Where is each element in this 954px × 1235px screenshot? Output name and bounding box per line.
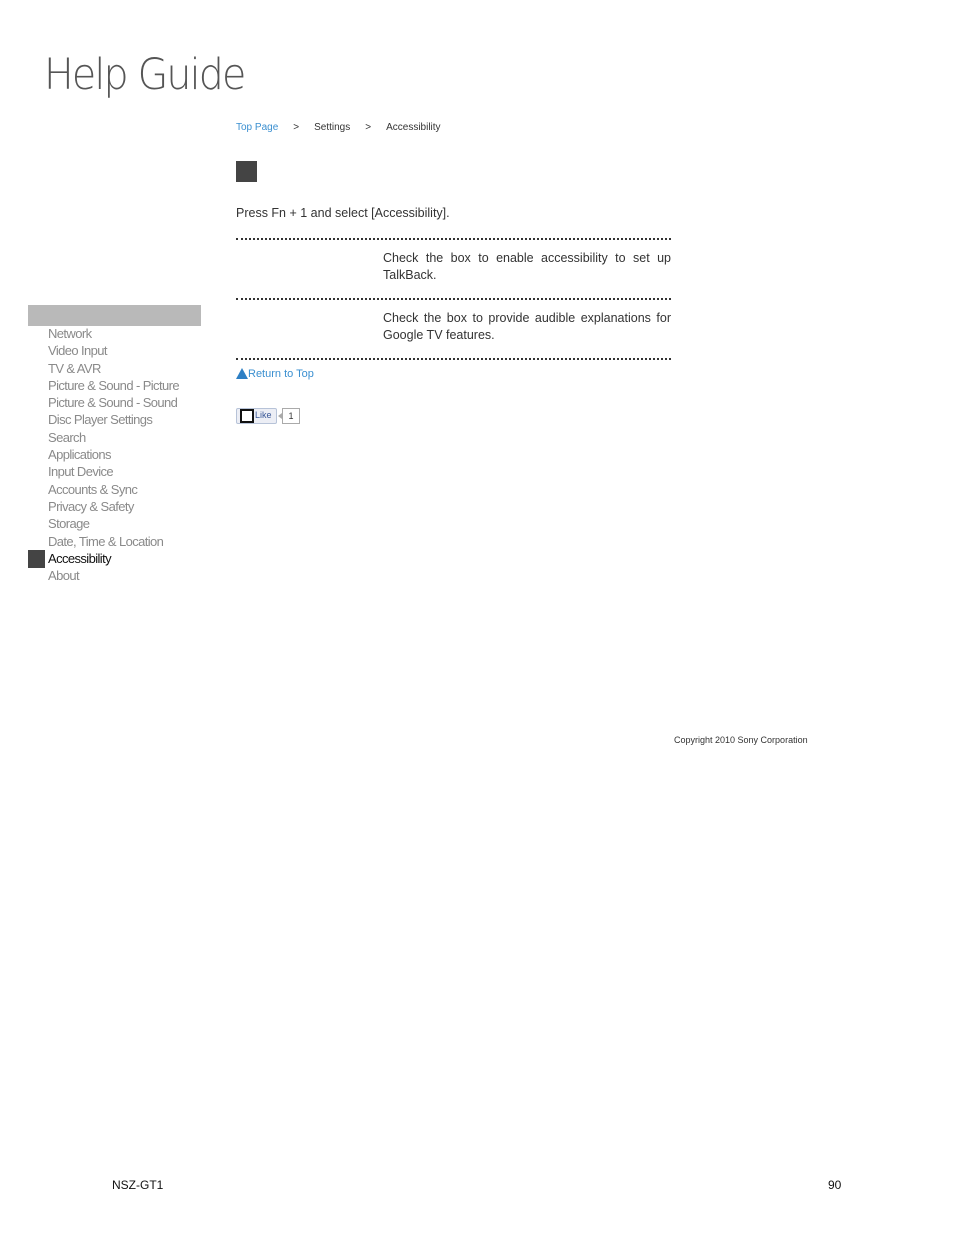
like-icon — [240, 409, 254, 423]
sidebar-item-picture-sound-sound[interactable]: Picture & Sound - Sound — [28, 394, 208, 411]
sidebar-item-network[interactable]: Network — [28, 325, 208, 342]
like-label: Like — [255, 410, 272, 420]
sidebar-header — [28, 305, 201, 326]
copyright: Copyright 2010 Sony Corporation — [674, 735, 808, 745]
row-term — [236, 300, 383, 358]
breadcrumb-separator: > — [293, 122, 300, 133]
table-row: Check the box to enable accessibility to… — [236, 238, 671, 298]
sidebar-item-tv-avr[interactable]: TV & AVR — [28, 360, 208, 377]
like-count: 1 — [278, 408, 300, 424]
help-guide-logo: Help Guide — [44, 50, 246, 100]
sidebar-item-accessibility[interactable]: Accessibility — [28, 549, 208, 568]
sidebar-item-input-device[interactable]: Input Device — [28, 463, 208, 480]
row-term — [236, 240, 383, 298]
row-description: Check the box to enable accessibility to… — [383, 251, 671, 282]
sidebar-nav: Network Video Input TV & AVR Picture & S… — [28, 325, 208, 584]
return-to-top-link[interactable]: Return to Top — [236, 368, 314, 380]
sidebar-item-accounts-sync[interactable]: Accounts & Sync — [28, 481, 208, 498]
sidebar-item-applications[interactable]: Applications — [28, 446, 208, 463]
sidebar-item-storage[interactable]: Storage — [28, 515, 208, 532]
sidebar-item-search[interactable]: Search — [28, 429, 208, 446]
sidebar-item-about[interactable]: About — [28, 567, 208, 584]
sidebar-item-video-input[interactable]: Video Input — [28, 342, 208, 359]
breadcrumb-current: Accessibility — [386, 122, 441, 133]
page-title-block — [236, 161, 257, 182]
sidebar-item-disc-player-settings[interactable]: Disc Player Settings — [28, 411, 208, 428]
breadcrumb: Top Page > Settings > Accessibility — [236, 122, 441, 133]
sidebar-item-privacy-safety[interactable]: Privacy & Safety — [28, 498, 208, 515]
sidebar-item-date-time-location[interactable]: Date, Time & Location — [28, 533, 208, 550]
breadcrumb-top-page-link[interactable]: Top Page — [236, 122, 278, 133]
active-marker — [28, 549, 45, 568]
like-button[interactable]: Like — [236, 408, 277, 424]
row-description: Check the box to provide audible explana… — [383, 311, 671, 342]
up-triangle-icon — [236, 368, 248, 379]
sidebar-item-picture-sound-picture[interactable]: Picture & Sound - Picture — [28, 377, 208, 394]
return-to-top-label: Return to Top — [248, 368, 314, 380]
sidebar-item-label: Accessibility — [48, 550, 112, 566]
breadcrumb-separator: > — [365, 122, 372, 133]
page-number: 90 — [828, 1178, 842, 1192]
table-row: Check the box to provide audible explana… — [236, 298, 671, 358]
breadcrumb-settings: Settings — [314, 122, 351, 133]
footer-model: NSZ-GT1 — [112, 1178, 164, 1192]
table-bottom-border — [236, 358, 671, 360]
intro-text: Press Fn + 1 and select [Accessibility]. — [236, 206, 450, 220]
settings-table: Check the box to enable accessibility to… — [236, 238, 671, 360]
